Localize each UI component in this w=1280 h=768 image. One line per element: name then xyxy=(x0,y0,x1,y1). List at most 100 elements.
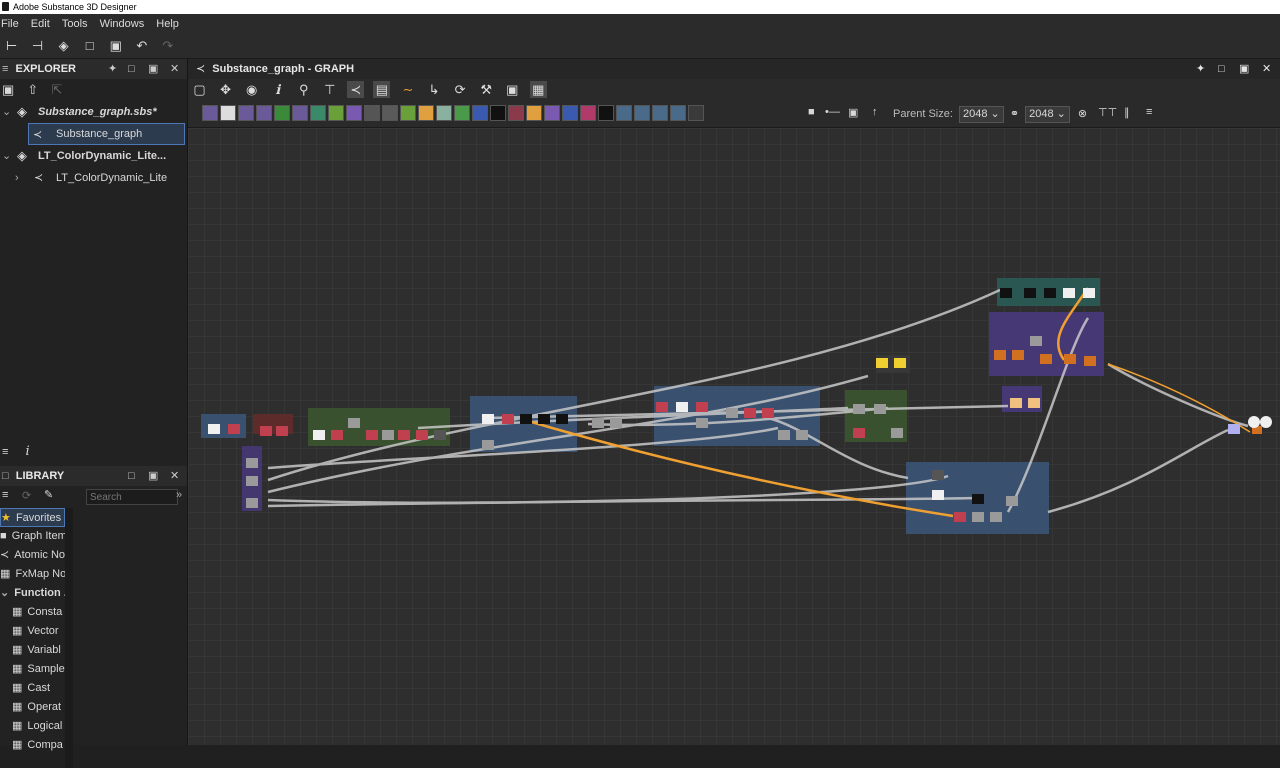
refresh-icon[interactable]: ⟳ xyxy=(452,81,469,98)
hsl-node-icon[interactable] xyxy=(292,105,308,121)
node[interactable] xyxy=(696,402,708,412)
node[interactable] xyxy=(246,476,258,486)
chevron-down-icon[interactable]: ⌄ xyxy=(2,101,11,123)
publish-icon[interactable]: ⇱ xyxy=(51,82,62,97)
node[interactable] xyxy=(762,408,774,418)
library-function-item[interactable]: ▦ Consta xyxy=(0,603,65,622)
distribute-icon[interactable]: ≡ xyxy=(1146,106,1152,118)
snap-icon[interactable]: ▣ xyxy=(504,81,521,98)
node[interactable] xyxy=(1084,356,1096,366)
node[interactable] xyxy=(1028,398,1040,408)
library-search-input[interactable] xyxy=(86,489,178,505)
node[interactable] xyxy=(656,402,668,412)
node[interactable] xyxy=(1044,288,1056,298)
library-category-fxmap[interactable]: ▦ FxMap No. xyxy=(0,565,65,584)
node[interactable] xyxy=(994,350,1006,360)
output-node[interactable] xyxy=(1260,416,1272,428)
node[interactable] xyxy=(1006,496,1018,506)
crop-node-icon[interactable] xyxy=(562,105,578,121)
node[interactable] xyxy=(416,430,428,440)
link[interactable] xyxy=(1047,428,1229,514)
tree-item-graph-2[interactable]: › ≺ LT_ColorDynamic_Lite xyxy=(0,167,187,189)
export-icon[interactable]: ⇧ xyxy=(27,82,38,97)
sharpen-node-icon[interactable] xyxy=(382,105,398,121)
node[interactable] xyxy=(1030,336,1042,346)
node[interactable] xyxy=(276,426,288,436)
pixel-processor-node-icon[interactable] xyxy=(364,105,380,121)
align-horizontal-icon[interactable]: ⊤⊤ xyxy=(1098,106,1117,119)
grid-icon[interactable]: ▦ xyxy=(529,81,547,98)
tree-item-package[interactable]: ⌄ ◈ Substance_graph.sbs* xyxy=(0,101,187,123)
dot-icon[interactable]: •— xyxy=(825,106,840,118)
node[interactable] xyxy=(932,470,944,480)
warp-node-icon[interactable] xyxy=(400,105,416,121)
link-highlighted[interactable] xyxy=(1107,363,1251,433)
chevron-right-icon[interactable]: › xyxy=(15,167,19,189)
menu-tools[interactable]: Tools xyxy=(62,14,88,34)
blend-node-icon[interactable] xyxy=(256,105,272,121)
frame-all-icon[interactable]: ▢ xyxy=(191,81,208,98)
maximize-icon[interactable]: ▣ xyxy=(1239,59,1249,79)
library-function-item[interactable]: ▦ Variabl xyxy=(0,641,65,660)
open-folder-icon[interactable]: □ xyxy=(81,37,98,54)
library-category-graph-items[interactable]: ■ Graph Item xyxy=(0,527,65,546)
new-function-icon[interactable]: ⊣ xyxy=(29,37,46,54)
tree-item-package-2[interactable]: ⌄ ◈ LT_ColorDynamic_Lite... xyxy=(0,145,187,167)
connection-style-icon[interactable]: ↳ xyxy=(426,81,443,98)
directional-warp-node-icon[interactable] xyxy=(508,105,524,121)
node[interactable] xyxy=(894,358,906,368)
node[interactable] xyxy=(1010,398,1022,408)
node[interactable] xyxy=(208,424,220,434)
menu-file[interactable]: File xyxy=(1,14,19,34)
shape-node-icon[interactable] xyxy=(346,105,362,121)
thumbnail-icon[interactable]: ▤ xyxy=(373,81,391,98)
node[interactable] xyxy=(853,404,865,414)
new-graph-icon[interactable]: ⊢ xyxy=(3,37,20,54)
pin-icon[interactable]: ↑ xyxy=(872,106,878,118)
value-node-icon[interactable] xyxy=(598,105,614,121)
link[interactable] xyxy=(1107,362,1249,428)
node[interactable] xyxy=(592,418,604,428)
output-node-icon[interactable] xyxy=(616,105,632,121)
float-icon[interactable]: □ xyxy=(128,59,135,79)
node[interactable] xyxy=(382,430,394,440)
node[interactable] xyxy=(972,494,984,504)
pan-icon[interactable]: ✥ xyxy=(217,81,234,98)
node[interactable] xyxy=(1024,288,1036,298)
node[interactable] xyxy=(228,424,240,434)
node[interactable] xyxy=(1228,424,1240,434)
curve-node-icon[interactable] xyxy=(274,105,290,121)
close-icon[interactable]: ✕ xyxy=(170,466,179,486)
chevron-right-icon[interactable]: » xyxy=(176,489,182,501)
library-splitter[interactable] xyxy=(65,508,73,768)
color-node-icon[interactable] xyxy=(670,105,686,121)
link-icon[interactable]: ∼ xyxy=(400,81,417,98)
refresh-icon[interactable]: ⟳ xyxy=(22,489,31,502)
node[interactable] xyxy=(610,418,622,428)
reset-size-icon[interactable]: ⊗ xyxy=(1078,108,1087,120)
library-function-item[interactable]: ▦ Cast xyxy=(0,679,65,698)
node[interactable] xyxy=(874,404,886,414)
float-icon[interactable]: □ xyxy=(128,466,135,486)
grayscale-node-icon[interactable] xyxy=(652,105,668,121)
node[interactable] xyxy=(482,440,494,450)
undo-icon[interactable]: ↶ xyxy=(133,37,150,54)
node[interactable] xyxy=(891,428,903,438)
text-a-node-icon[interactable] xyxy=(544,105,560,121)
close-icon[interactable]: ✕ xyxy=(170,59,179,79)
node[interactable] xyxy=(348,418,360,428)
chevron-down-icon[interactable]: ⌄ xyxy=(2,145,11,167)
save-package-icon[interactable]: ▣ xyxy=(2,82,14,97)
node[interactable] xyxy=(434,430,446,440)
frame-icon[interactable]: ▣ xyxy=(848,106,858,119)
camera-icon[interactable]: ◉ xyxy=(243,81,260,98)
menu-edit[interactable]: Edit xyxy=(31,14,50,34)
tools-icon[interactable]: ⚒ xyxy=(478,81,495,98)
node[interactable] xyxy=(954,512,966,522)
switch-node-icon[interactable] xyxy=(418,105,434,121)
node[interactable] xyxy=(1063,288,1075,298)
node[interactable] xyxy=(972,512,984,522)
list-icon[interactable]: ≡ xyxy=(2,446,8,458)
tree-item-graph-selected[interactable]: ≺ Substance_graph xyxy=(28,123,185,145)
node[interactable] xyxy=(853,428,865,438)
